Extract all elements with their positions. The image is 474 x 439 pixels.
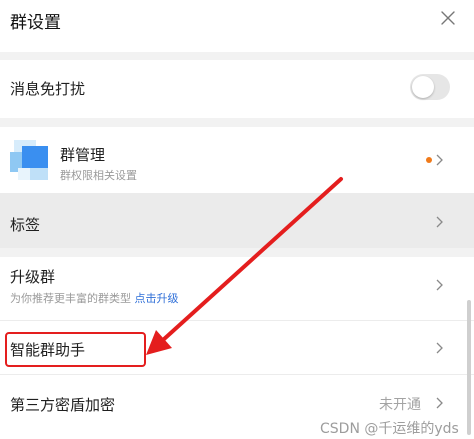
- annotation-arrow: [146, 177, 343, 355]
- watermark: CSDN @千运维的yds: [320, 421, 459, 437]
